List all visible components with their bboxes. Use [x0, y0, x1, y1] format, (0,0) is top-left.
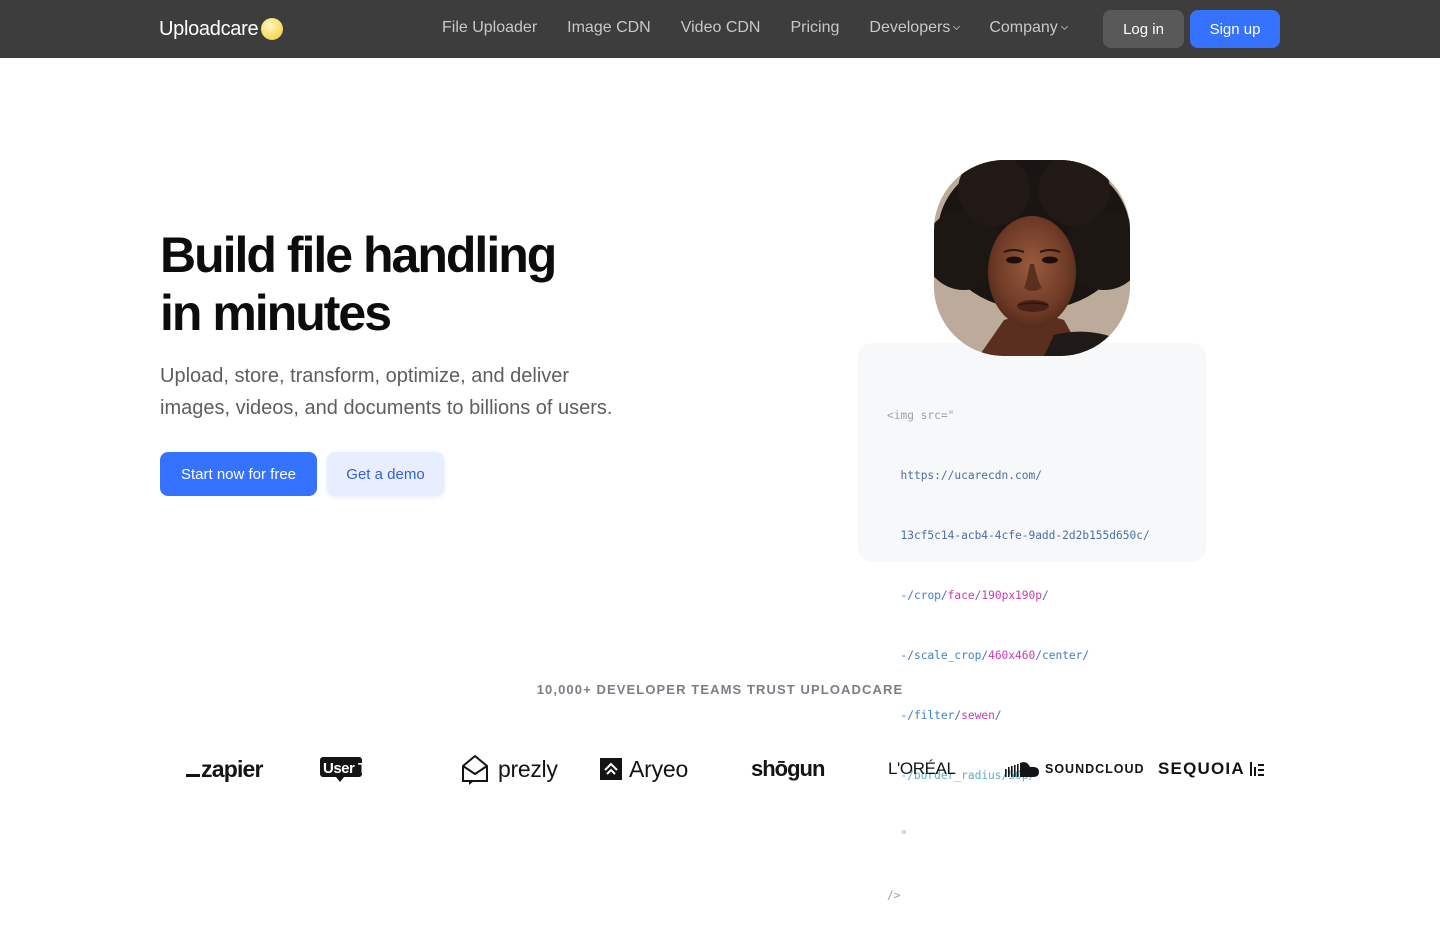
brand-name: L'ORÉAL — [888, 759, 956, 778]
code-line: 13cf5c14-acb4-4cfe-9add-2d2b155d650c/ — [887, 526, 1150, 546]
top-navigation-bar: Uploadcare File Uploader Image CDN Video… — [0, 0, 1440, 58]
brand-name: prezly — [498, 755, 558, 782]
prezly-mark-icon — [462, 754, 488, 785]
chevron-down-icon — [1060, 22, 1068, 31]
sun-icon — [261, 18, 284, 40]
code-line: <img src=" — [887, 406, 1150, 426]
code-token: 460x460 — [988, 649, 1036, 662]
code-token: https://ucarecdn.com/ — [900, 469, 1042, 482]
portrait-illustration — [934, 160, 1130, 356]
code-token: sewen — [961, 709, 995, 722]
code-line: https://ucarecdn.com/ — [887, 466, 1150, 486]
prezly-logo: prezly — [460, 744, 558, 794]
zapier-logo: zapier — [186, 744, 263, 794]
code-token: 13cf5c14-acb4-4cfe-9add-2d2b155d650c/ — [900, 529, 1150, 542]
soundcloud-logo: SOUNDCLOUD — [1005, 744, 1145, 794]
aryeo-logo: Aryeo — [600, 744, 688, 794]
customer-logos: zapier User Testing prezly Aryeo shōgun … — [0, 744, 1440, 794]
nav-item-video-cdn[interactable]: Video CDN — [681, 19, 761, 37]
sequoia-logo: SEQUOIA — [1158, 744, 1265, 794]
nav-label: Developers — [869, 19, 951, 36]
signup-button[interactable]: Sign up — [1190, 10, 1280, 48]
code-token: filter — [913, 709, 955, 722]
brand-name: SEQUOIA — [1158, 759, 1245, 778]
nav-item-developers[interactable]: Developers — [869, 19, 961, 37]
loreal-logo: L'ORÉAL — [888, 744, 956, 794]
brand-name: SOUNDCLOUD — [1045, 762, 1145, 776]
code-token: -/ — [900, 589, 914, 602]
nav-label: Video CDN — [680, 19, 761, 36]
nav-item-image-cdn[interactable]: Image CDN — [567, 19, 651, 37]
code-sample: <img src=" https://ucarecdn.com/ 13cf5c1… — [887, 366, 1150, 926]
hero-title-line: Build file handling — [160, 227, 557, 283]
brand-name: Aryeo — [629, 755, 689, 782]
code-token: <img src=" — [887, 409, 955, 422]
soundcloud-cloud-icon — [1005, 762, 1039, 777]
code-token: face — [947, 589, 975, 602]
login-button[interactable]: Log in — [1103, 10, 1184, 48]
usertesting-logo: User Testing — [320, 744, 420, 794]
hero-subtitle-line: Upload, store, transform, optimize, and … — [160, 365, 570, 387]
code-token: /> — [887, 889, 901, 902]
nav-item-pricing[interactable]: Pricing — [790, 19, 839, 37]
code-line: " — [887, 826, 1150, 846]
code-line: -/crop/face/190px190p/ — [900, 589, 1049, 602]
hero-subtitle-line: images, videos, and documents to billion… — [160, 397, 613, 419]
code-token: scale_crop — [913, 649, 982, 662]
portrait-image — [934, 160, 1130, 356]
shogun-logo: shōgun — [751, 744, 825, 794]
hero-title: Build file handling in minutes — [160, 226, 720, 342]
hero-subtitle: Upload, store, transform, optimize, and … — [160, 360, 680, 424]
code-line: -/scale_crop/460x460/center/ — [900, 649, 1090, 662]
hero-title-line: in minutes — [160, 285, 392, 341]
nav-label: Image CDN — [567, 19, 651, 36]
brand-name: shōgun — [751, 756, 825, 781]
aryeo-mark-icon — [600, 758, 622, 780]
logo-text: Uploadcare — [159, 17, 259, 40]
main-nav: File Uploader Image CDN Video CDN Pricin… — [442, 19, 1097, 37]
nav-label: Pricing — [790, 19, 840, 36]
code-token: crop — [913, 589, 941, 602]
start-free-button[interactable]: Start now for free — [160, 452, 317, 496]
nav-label: Company — [989, 19, 1058, 36]
chevron-down-icon — [953, 22, 961, 31]
brand-name-part: User Testing — [323, 760, 407, 777]
code-token: 190px190p — [981, 589, 1042, 602]
code-token: -/ — [900, 709, 914, 722]
code-token: center — [1041, 649, 1083, 662]
sequoia-mark-icon — [1249, 762, 1264, 776]
brand-name: zapier — [201, 755, 263, 782]
nav-item-file-uploader[interactable]: File Uploader — [442, 19, 537, 37]
nav-item-company[interactable]: Company — [989, 19, 1068, 37]
nav-label: File Uploader — [442, 19, 538, 36]
get-demo-button[interactable]: Get a demo — [327, 452, 444, 496]
code-token: -/ — [900, 649, 914, 662]
uploadcare-logo[interactable]: Uploadcare — [159, 16, 284, 42]
code-line: /> — [887, 886, 1150, 906]
code-token: " — [900, 829, 908, 842]
code-line: -/filter/sewen/ — [900, 709, 1002, 722]
trust-heading: 10,000+ DEVELOPER TEAMS TRUST UPLOADCARE — [536, 682, 904, 697]
brand-name: User Testing — [320, 757, 408, 782]
